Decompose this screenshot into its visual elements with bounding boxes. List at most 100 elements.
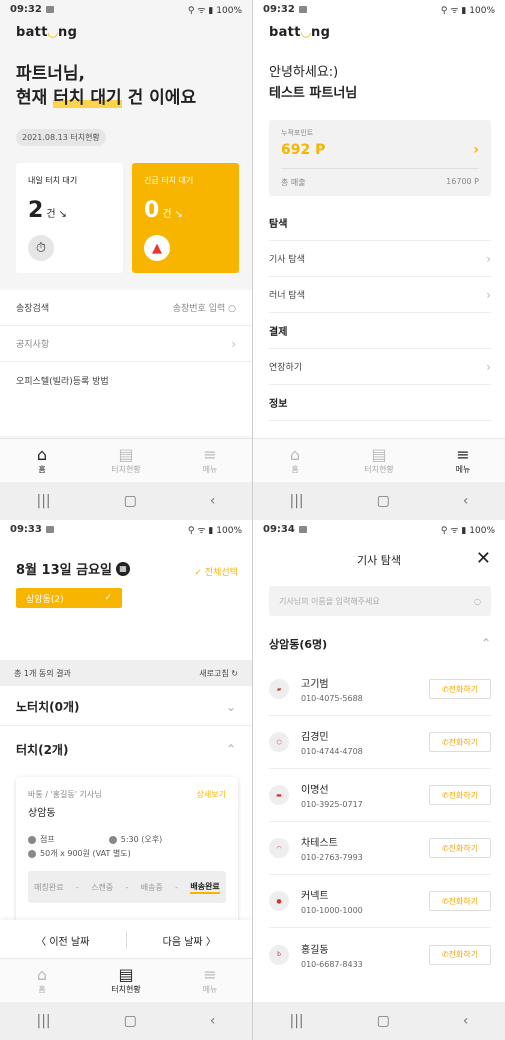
recent-apps-icon[interactable]: ||| — [37, 1013, 51, 1029]
area-chip[interactable]: 상암동(2) ✓ — [16, 588, 122, 608]
result-count: 총 1개 동의 결과 — [14, 668, 71, 678]
notice-label: 공지사항 — [16, 340, 50, 350]
greeting: 안녕하세요:) 테스트 파트너님 — [269, 65, 358, 101]
refresh-button[interactable]: 새로고침 ↻ — [199, 668, 238, 679]
avatar: b — [269, 944, 289, 965]
notice-row[interactable]: 공지사항 › — [0, 326, 252, 362]
call-button[interactable]: ✆ 전화하기 — [429, 944, 491, 965]
document-icon: ▤ — [118, 445, 134, 464]
tab-menu[interactable]: ≡ 메뉴 — [421, 439, 505, 482]
logo: batt◡ng — [16, 25, 78, 40]
back-icon[interactable]: ‹ — [210, 493, 216, 509]
clock-icon — [108, 835, 117, 844]
close-icon[interactable]: ✕ — [476, 548, 491, 569]
call-button[interactable]: ✆ 전화하기 — [429, 785, 491, 805]
notice-item-label: 오피스텔(빌라)등록 방법 — [16, 376, 109, 387]
next-date-button[interactable]: 다음 날짜 〉 — [127, 933, 253, 948]
tab-touch-status[interactable]: ▤ 터치현황 — [337, 439, 421, 482]
location-icon — [28, 835, 36, 844]
status-bar: 09:32 ⚲ ᯤ ▮ 100% — [253, 0, 505, 18]
phone-icon: ✆ — [441, 737, 449, 747]
driver-search-input[interactable]: 기사님의 이름을 입력해주세요 ○ — [269, 586, 491, 616]
home-nav-icon[interactable]: ▢ — [124, 493, 137, 509]
status-time: 09:34 — [263, 523, 295, 535]
avatar: ◠ — [269, 838, 289, 858]
group-touch[interactable]: 터치(2개) ⌃ — [0, 730, 252, 768]
status-time: 09:32 — [10, 3, 42, 15]
group-no-touch[interactable]: 노터치(0개) ⌄ — [0, 688, 252, 726]
home-list: 송장검색 송장번호 입력 ○ 공지사항 › 오피스텔(빌라)등록 방법 — [0, 290, 252, 436]
system-nav-bar: ||| ▢ ‹ — [0, 482, 252, 520]
phone-icon: ✆ — [441, 843, 449, 853]
recent-apps-icon[interactable]: ||| — [290, 493, 304, 509]
menu-item-driver-search[interactable]: 기사 탐색 › — [269, 241, 491, 277]
status-battery: ⚲ ᯤ ▮ 100% — [187, 5, 242, 16]
list-item: ● 커넥트 010-1000-1000 ✆ 전화하기 — [269, 875, 491, 928]
notice-item[interactable]: 오피스텔(빌라)등록 방법 — [0, 362, 252, 398]
driver-label: 바통 / '홍길동' 기사님 — [28, 790, 102, 799]
avatar: ▬ — [269, 785, 289, 805]
tab-home[interactable]: ⌂ 홈 — [0, 959, 84, 1002]
back-icon[interactable]: ‹ — [463, 493, 469, 509]
points-card[interactable]: 누적포인트 692 P › 총 매출 16700 P — [269, 120, 491, 196]
invoice-search-input[interactable]: 송장번호 입력 ○ — [173, 301, 236, 314]
home-nav-icon[interactable]: ▢ — [124, 1013, 137, 1029]
chevron-right-icon: › — [231, 336, 236, 351]
document-icon: ▤ — [371, 445, 387, 464]
chevron-right-icon: › — [486, 359, 491, 374]
menu-screen: 09:32 ⚲ ᯤ ▮ 100% batt◡ng 안녕하세요:) 테스트 파트너… — [253, 0, 505, 520]
chevron-right-icon: › — [486, 287, 491, 302]
menu-item-extend[interactable]: 연장하기 › — [269, 349, 491, 385]
delivery-card[interactable]: 바통 / '홍길동' 기사님 상세보기 상암동 점프 5:30 (오후) 50개 x… — [16, 777, 238, 937]
tab-home[interactable]: ⌂ 홈 — [253, 439, 337, 482]
section-payment: 결제 — [269, 313, 491, 349]
phone-icon: ✆ — [441, 790, 449, 800]
back-icon[interactable]: ‹ — [463, 1013, 469, 1029]
call-button[interactable]: ✆ 전화하기 — [429, 891, 491, 911]
select-all-button[interactable]: ✓ 전체선택 — [194, 565, 238, 578]
points-label: 누적포인트 — [281, 129, 314, 137]
home-nav-icon[interactable]: ▢ — [377, 493, 390, 509]
call-button[interactable]: ✆ 전화하기 — [429, 679, 491, 699]
system-nav-bar: ||| ▢ ‹ — [0, 1002, 252, 1040]
call-button[interactable]: ✆ 전화하기 — [429, 732, 491, 752]
area-header[interactable]: 상암동(6명) ⌃ — [269, 636, 491, 652]
menu-list: 탐색 기사 탐색 › 러너 탐색 › 결제 연장하기 › 정보 — [269, 205, 491, 421]
home-screen: 09:32 ⚲ ᯤ ▮ 100% batt◡ng 파트너님, 현재 터치 대기 … — [0, 0, 252, 520]
calendar-icon[interactable]: ▦ — [116, 561, 130, 576]
back-icon[interactable]: ‹ — [210, 1013, 216, 1029]
status-battery: ⚲ ᯤ ▮ 100% — [440, 525, 495, 536]
tab-menu[interactable]: ≡ 메뉴 — [168, 959, 252, 1002]
recent-apps-icon[interactable]: ||| — [290, 1013, 304, 1029]
status-bar: 09:34 ⚲ ᯤ ▮ 100% — [253, 520, 505, 538]
logo: batt◡ng — [269, 25, 331, 40]
home-icon: ⌂ — [36, 965, 48, 984]
menu-icon: ≡ — [456, 445, 470, 464]
urgent-touch-card[interactable]: 긴급 터치 대기 0 건 ↘ ▲ — [132, 163, 239, 273]
tab-bar: ⌂ 홈 ▤ 터치현황 ≡ 메뉴 — [253, 438, 505, 482]
home-nav-icon[interactable]: ▢ — [377, 1013, 390, 1029]
tab-menu[interactable]: ≡ 메뉴 — [168, 439, 252, 482]
tab-touch-status[interactable]: ▤ 터치현황 — [84, 439, 168, 482]
page-title: 기사 탐색 — [357, 554, 401, 567]
invoice-search-row[interactable]: 송장검색 송장번호 입력 ○ — [0, 290, 252, 326]
card-label: 긴급 터치 대기 — [144, 176, 194, 185]
prev-date-button[interactable]: 〈 이전 날짜 — [0, 933, 126, 948]
total-sales: 총 매출 16700 P — [281, 177, 479, 187]
delivery-progress: 매칭완료 - 스캔중 - 배송중 - 배송완료 — [28, 871, 226, 903]
tab-home[interactable]: ⌂ 홈 — [0, 439, 84, 482]
result-bar: 총 1개 동의 결과 새로고침 ↻ — [0, 660, 252, 686]
tab-touch-status[interactable]: ▤ 터치현황 — [84, 959, 168, 1002]
recent-apps-icon[interactable]: ||| — [37, 493, 51, 509]
avatar: ▰ — [269, 679, 289, 699]
detail-button[interactable]: 상세보기 — [197, 789, 226, 800]
menu-item-runner-search[interactable]: 러너 탐색 › — [269, 277, 491, 313]
avatar: ● — [269, 891, 289, 911]
stopwatch-icon: ⏱ — [28, 235, 54, 261]
home-icon: ⌂ — [36, 445, 48, 464]
tomorrow-touch-card[interactable]: 내일 터치 대기 2 건 ↘ ⏱ — [16, 163, 123, 273]
home-icon: ⌂ — [289, 445, 301, 464]
call-button[interactable]: ✆ 전화하기 — [429, 838, 491, 858]
date-title[interactable]: 8월 13일 금요일 ▦ — [16, 559, 130, 578]
status-time: 09:33 — [10, 523, 42, 535]
